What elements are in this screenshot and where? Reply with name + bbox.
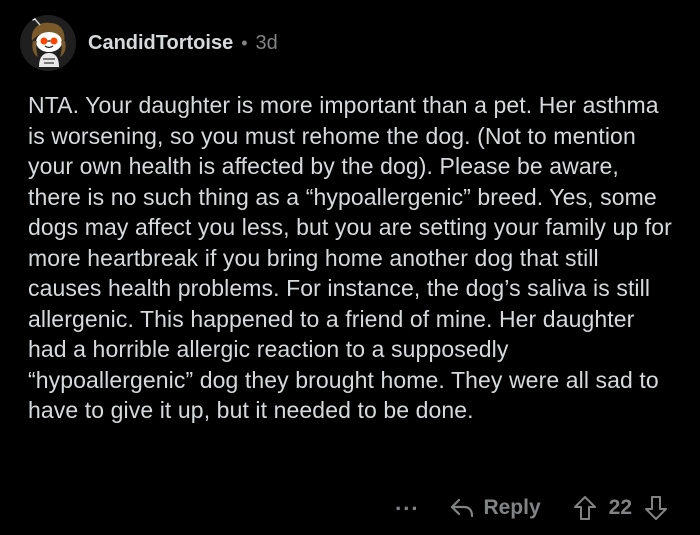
downvote-arrow-icon <box>645 496 667 520</box>
reply-arrow-icon <box>449 497 475 519</box>
comment-actions: ... Reply 22 <box>395 492 668 521</box>
comment-meta: CandidTortoise • 3d <box>88 32 278 55</box>
comment-header: CandidTortoise • 3d <box>20 10 278 76</box>
downvote-button[interactable] <box>644 495 668 521</box>
reply-label: Reply <box>483 496 541 519</box>
reply-button[interactable]: Reply <box>449 496 541 520</box>
more-options-button[interactable]: ... <box>395 492 419 514</box>
vote-count: 22 <box>608 496 632 519</box>
upvote-arrow-icon <box>573 496 596 520</box>
upvote-button[interactable] <box>573 495 597 521</box>
vote-controls: 22 <box>573 495 668 521</box>
meta-separator: • <box>241 32 248 53</box>
snoo-avatar-icon <box>20 15 76 71</box>
user-avatar[interactable] <box>20 15 76 71</box>
comment-age: 3d <box>255 31 278 54</box>
comment-body: NTA. Your daughter is more important tha… <box>28 92 672 423</box>
username-link[interactable]: CandidTortoise <box>88 32 233 55</box>
